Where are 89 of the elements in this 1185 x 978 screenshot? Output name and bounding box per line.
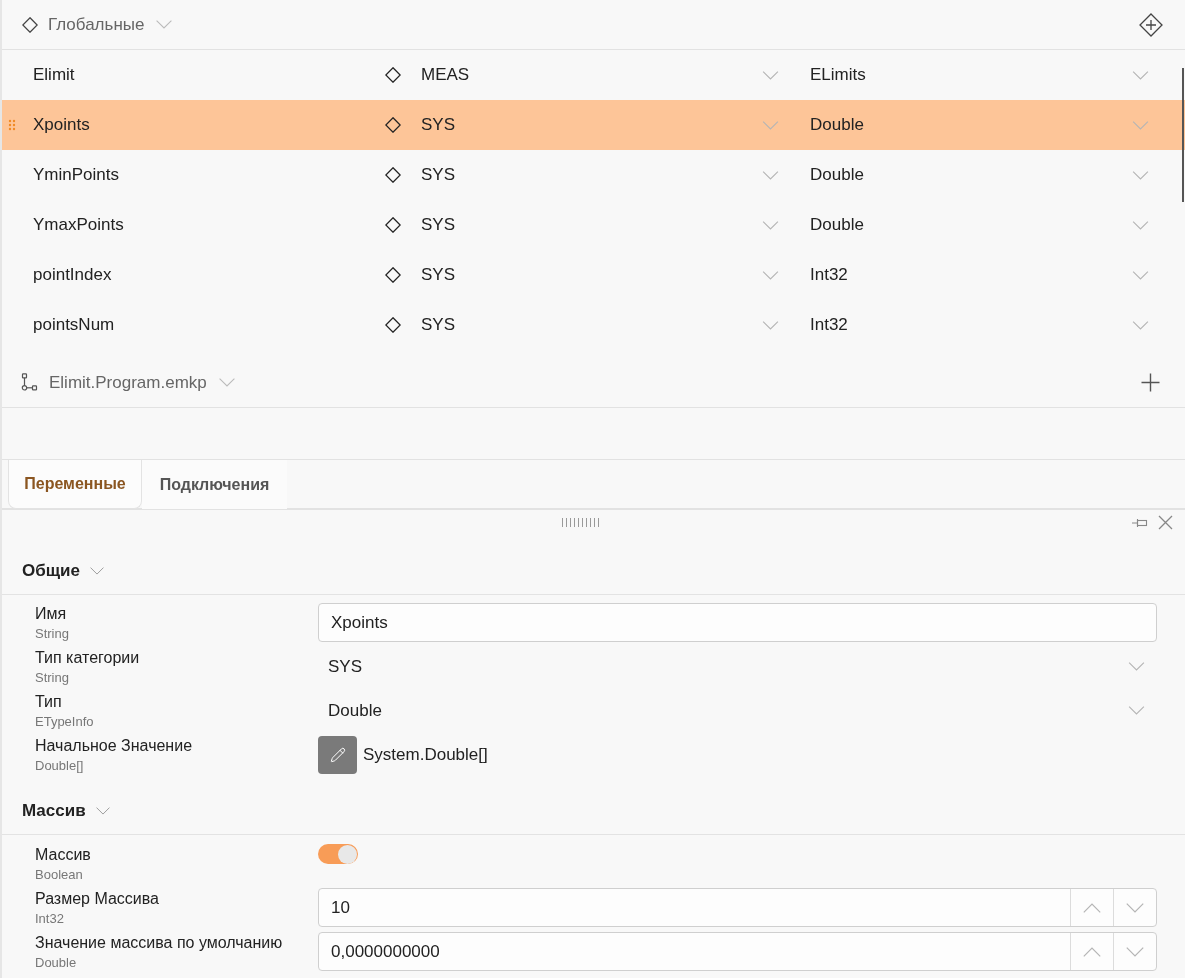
- chevron-down-icon: [1126, 902, 1144, 913]
- branch-icon: [20, 373, 39, 392]
- variable-row[interactable]: Xpoints SYS Double: [2, 100, 1185, 150]
- chevron-down-icon: [1126, 946, 1144, 957]
- property-label: Тип: [35, 692, 63, 712]
- diamond-icon: [385, 167, 401, 183]
- diamond-icon: [385, 67, 401, 83]
- section-title: Глобальные: [48, 13, 145, 36]
- variable-name: Elimit: [33, 64, 76, 87]
- diamond-icon: [22, 16, 38, 33]
- property-type: Double[]: [35, 757, 85, 775]
- variable-row[interactable]: pointsNum SYS Int32: [2, 300, 1185, 350]
- category-value[interactable]: SYS: [421, 262, 762, 288]
- diamond-icon: [385, 217, 401, 233]
- property-type: String: [35, 625, 70, 643]
- chevron-down-icon[interactable]: [1128, 706, 1145, 715]
- property-label: Размер Массива: [35, 889, 160, 909]
- property-label: Имя: [35, 604, 68, 624]
- dropdown-value[interactable]: Double: [318, 697, 1128, 724]
- property-type: Double: [35, 954, 78, 972]
- type-value[interactable]: Double: [810, 212, 1132, 238]
- property-type: String: [35, 669, 70, 687]
- variable-row[interactable]: Elimit MEAS ELimits: [2, 50, 1185, 100]
- plus-icon[interactable]: [1141, 373, 1160, 392]
- grip-icon[interactable]: [561, 518, 599, 527]
- chevron-down-icon[interactable]: [1132, 170, 1149, 180]
- property-type: Boolean: [35, 866, 84, 884]
- chevron-down-icon[interactable]: [762, 270, 779, 280]
- chevron-down-icon[interactable]: [1132, 220, 1149, 230]
- chevron-up-icon: [1083, 946, 1101, 957]
- category-value[interactable]: SYS: [421, 212, 762, 238]
- type-value[interactable]: ELimits: [810, 62, 1132, 88]
- number-input[interactable]: 10: [318, 888, 1157, 927]
- variable-name: pointsNum: [33, 314, 116, 337]
- chevron-up-icon: [1083, 902, 1101, 913]
- section-title: Elimit.Program.emkp: [49, 371, 207, 394]
- category-value[interactable]: MEAS: [421, 62, 762, 88]
- variable-name: YminPoints: [33, 164, 120, 187]
- diamond-icon: [385, 117, 401, 133]
- text-input[interactable]: Xpoints: [318, 603, 1157, 642]
- dropdown-value[interactable]: SYS: [318, 653, 1128, 680]
- variable-row[interactable]: YminPoints SYS Double: [2, 150, 1185, 200]
- edit-button[interactable]: [318, 735, 357, 774]
- chevron-down-icon[interactable]: [218, 378, 235, 387]
- section-title: Общие: [22, 560, 80, 582]
- chevron-down-icon[interactable]: [762, 120, 779, 130]
- property-type: ETypeInfo: [35, 713, 95, 731]
- toggle-switch[interactable]: [318, 844, 358, 864]
- close-icon[interactable]: [1158, 515, 1173, 530]
- property-label: Значение массива по умолчанию: [35, 933, 284, 953]
- variable-name: Xpoints: [33, 114, 91, 137]
- variable-name: pointIndex: [33, 264, 113, 287]
- chevron-down-icon[interactable]: [762, 320, 779, 330]
- chevron-down-icon[interactable]: [762, 70, 779, 80]
- pin-icon[interactable]: [1132, 517, 1148, 528]
- diamond-icon: [385, 267, 401, 283]
- diamond-icon: [385, 317, 401, 333]
- type-value[interactable]: Double: [810, 162, 1132, 188]
- category-value[interactable]: SYS: [421, 312, 762, 338]
- property-type: Int32: [35, 910, 65, 928]
- category-value[interactable]: SYS: [421, 112, 762, 138]
- tab[interactable]: Переменные: [8, 460, 142, 509]
- property-label: Тип категории: [35, 648, 141, 668]
- chevron-down-icon[interactable]: [90, 567, 104, 575]
- chevron-down-icon[interactable]: [762, 170, 779, 180]
- variable-row[interactable]: pointIndex SYS Int32: [2, 250, 1185, 300]
- scrollbar[interactable]: [1182, 68, 1184, 202]
- section-title: Массив: [22, 800, 86, 822]
- type-value[interactable]: Int32: [810, 262, 1132, 288]
- value-text: System.Double[]: [363, 743, 488, 766]
- chevron-down-icon[interactable]: [1132, 270, 1149, 280]
- property-label: Массив: [35, 845, 92, 865]
- chevron-down-icon[interactable]: [1128, 662, 1145, 671]
- property-label: Начальное Значение: [35, 736, 194, 756]
- chevron-down-icon[interactable]: [1132, 120, 1149, 130]
- chevron-down-icon[interactable]: [156, 20, 173, 29]
- type-value[interactable]: Int32: [810, 312, 1132, 338]
- variable-name: YmaxPoints: [33, 214, 125, 237]
- chevron-down-icon[interactable]: [95, 807, 110, 815]
- number-input[interactable]: 0,0000000000: [318, 932, 1157, 971]
- add-icon[interactable]: [1139, 12, 1163, 37]
- type-value[interactable]: Double: [810, 112, 1132, 138]
- pencil-icon: [329, 746, 346, 763]
- chevron-down-icon[interactable]: [762, 220, 779, 230]
- variable-row[interactable]: YmaxPoints SYS Double: [2, 200, 1185, 250]
- drag-handle-icon[interactable]: [8, 119, 16, 131]
- chevron-down-icon[interactable]: [1132, 70, 1149, 80]
- chevron-down-icon[interactable]: [1132, 320, 1149, 330]
- category-value[interactable]: SYS: [421, 162, 762, 188]
